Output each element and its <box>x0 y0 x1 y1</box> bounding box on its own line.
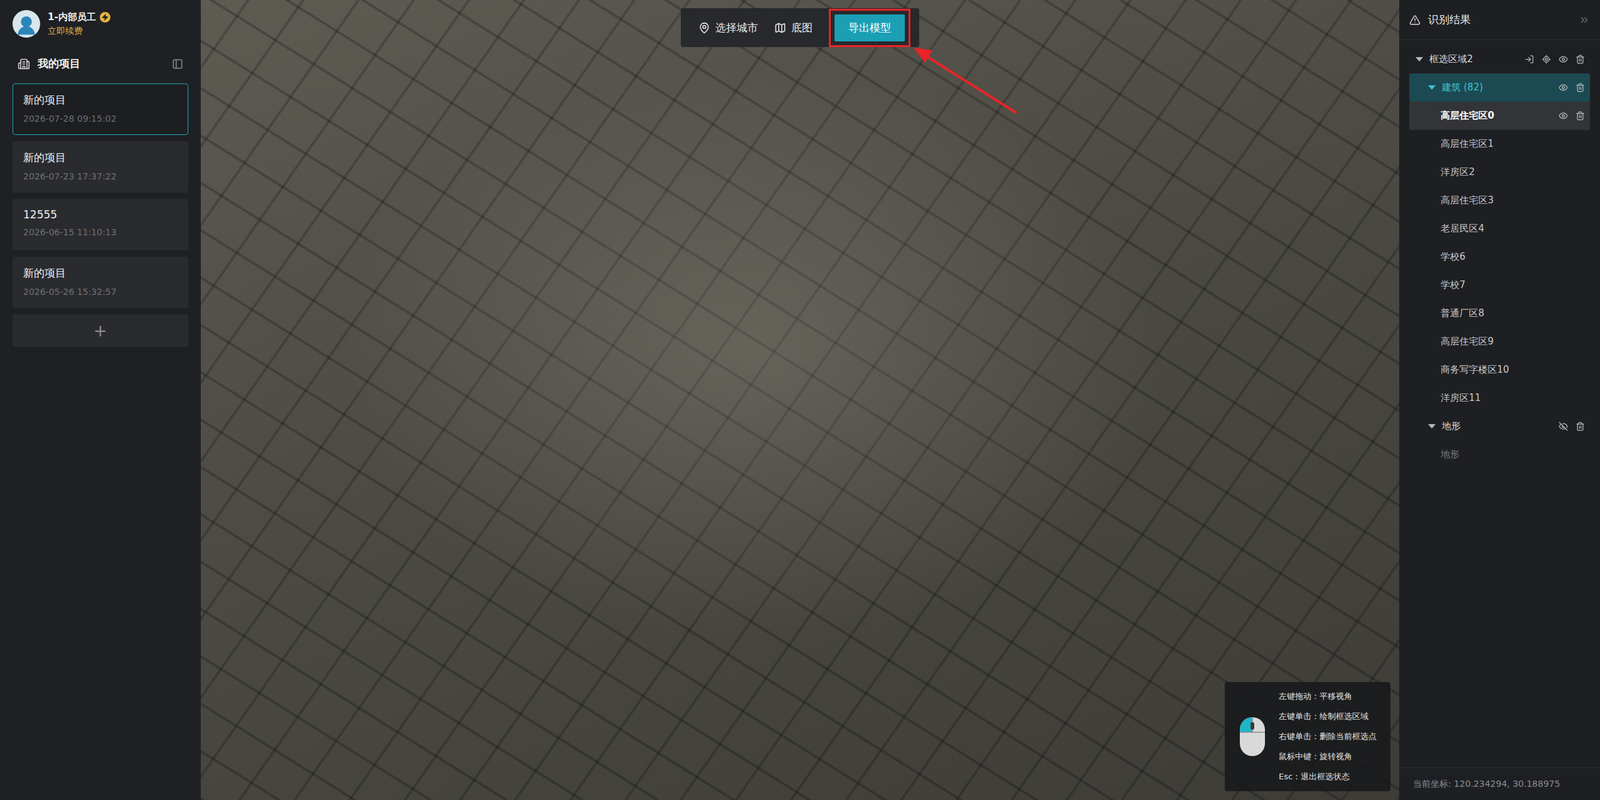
coordinate-status: 当前坐标: 120.234294, 30.188975 <box>1399 767 1600 800</box>
tree-item[interactable]: 洋房区11 <box>1409 384 1590 413</box>
user-icon <box>14 13 39 38</box>
avatar[interactable] <box>12 10 41 38</box>
caret-icon[interactable] <box>1428 424 1436 429</box>
group-row[interactable]: 建筑 (82) <box>1409 73 1590 102</box>
project-time: 2026-05-26 15:32:57 <box>23 286 178 297</box>
help-line: 左键单击：绘制框选区域 <box>1278 710 1377 723</box>
add-project-button[interactable]: + <box>12 314 189 347</box>
user-info: 1-内部员工立即续费 <box>47 11 111 38</box>
panel-header: 识别结果 <box>1399 0 1600 41</box>
result-panel: 识别结果框选区域2建筑 (82)高层住宅区0高层住宅区1洋房区2高层住宅区3老居… <box>1399 0 1600 800</box>
caret-icon[interactable] <box>1428 85 1436 90</box>
tree-item[interactable]: 高层住宅区1 <box>1409 129 1590 159</box>
eye-icon[interactable] <box>1558 82 1568 93</box>
map-pin-icon <box>698 21 711 34</box>
project-time: 2026-07-23 17:37:22 <box>23 171 178 182</box>
help-line: Esc：退出框选状态 <box>1278 771 1377 783</box>
eye-icon[interactable] <box>1558 54 1568 64</box>
annotation-box: 导出模型 <box>828 8 911 48</box>
eye-off-icon[interactable] <box>1558 421 1568 432</box>
result-tree: 框选区域2建筑 (82)高层住宅区0高层住宅区1洋房区2高层住宅区3老居民区4学… <box>1399 40 1600 768</box>
basemap-button[interactable]: 底图 <box>774 20 813 36</box>
tree-item[interactable]: 学校6 <box>1409 242 1590 272</box>
project-time: 2026-07-28 09:15:02 <box>23 113 178 124</box>
annotation-arrow-icon <box>908 45 1022 118</box>
map-view[interactable]: 选择城市底图 导出模型左键拖动：平移视角左键单击：绘制框选区域右键单击：删除当前框… <box>200 0 1400 800</box>
project-name: 12555 <box>23 208 178 221</box>
group-actions <box>1558 421 1585 432</box>
trash-icon[interactable] <box>1575 54 1585 64</box>
locate-icon[interactable] <box>1541 54 1552 64</box>
project-name: 新的项目 <box>23 92 178 108</box>
projects-header: 我的项目 <box>12 52 189 78</box>
project-card[interactable]: 12555 2026-06-15 11:10:13 <box>12 198 189 251</box>
help-line: 鼠标中键：旋转视角 <box>1278 751 1377 763</box>
group-actions <box>1558 82 1585 93</box>
collapse-panel-icon[interactable] <box>1578 14 1590 26</box>
renew-link[interactable]: 立即续费 <box>47 25 111 38</box>
import-icon[interactable] <box>1524 54 1535 64</box>
item-actions <box>1558 111 1585 121</box>
trash-icon[interactable] <box>1575 111 1585 121</box>
select-city-button[interactable]: 选择城市 <box>698 20 758 36</box>
eye-icon[interactable] <box>1558 111 1568 121</box>
project-card[interactable]: 新的项目 2026-07-23 17:37:22 <box>12 141 189 193</box>
project-time: 2026-06-15 11:10:13 <box>23 227 178 238</box>
result-icon <box>1409 14 1421 26</box>
help-line: 左键拖动：平移视角 <box>1278 690 1377 703</box>
tree-item[interactable]: 普通厂区8 <box>1409 299 1590 328</box>
region-actions <box>1524 54 1585 64</box>
map-toolbar: 选择城市底图 导出模型 <box>680 8 920 48</box>
collapse-sidebar-icon[interactable] <box>171 58 184 70</box>
tree-item[interactable]: 高层住宅区0 <box>1409 101 1590 130</box>
map-icon <box>774 21 787 34</box>
region-row[interactable]: 框选区域2 <box>1409 45 1590 74</box>
tree-item[interactable]: 洋房区2 <box>1409 158 1590 187</box>
vip-badge <box>99 11 111 23</box>
lightning-icon <box>101 13 109 21</box>
user-name: 1-内部员工 <box>47 11 111 24</box>
mouse-icon <box>1238 715 1267 758</box>
export-model-button[interactable]: 导出模型 <box>834 14 905 42</box>
building-icon <box>17 57 31 71</box>
tree-item[interactable]: 高层住宅区9 <box>1409 327 1590 356</box>
trash-icon[interactable] <box>1575 421 1585 432</box>
tree-item[interactable]: 商务写字楼区10 <box>1409 355 1590 384</box>
tree-item[interactable]: 高层住宅区3 <box>1409 186 1590 215</box>
caret-icon[interactable] <box>1415 57 1424 62</box>
help-line: 右键单击：删除当前框选点 <box>1278 730 1377 743</box>
project-name: 新的项目 <box>23 266 178 281</box>
project-card[interactable]: 新的项目 2026-07-28 09:15:02 <box>12 83 189 135</box>
project-card[interactable]: 新的项目 2026-05-26 15:32:57 <box>12 256 189 309</box>
tree-item[interactable]: 老居民区4 <box>1409 214 1590 243</box>
app-window: 1-内部员工立即续费我的项目新的项目2026-07-28 09:15:02新的项… <box>0 0 1600 800</box>
tree-item[interactable]: 地形 <box>1409 440 1590 469</box>
project-name: 新的项目 <box>23 150 178 166</box>
project-sidebar: 1-内部员工立即续费我的项目新的项目2026-07-28 09:15:02新的项… <box>0 0 201 800</box>
help-list: 左键拖动：平移视角左键单击：绘制框选区域右键单击：删除当前框选点鼠标中键：旋转视… <box>1278 690 1377 783</box>
tree-item[interactable]: 学校7 <box>1409 271 1590 300</box>
help-box: 左键拖动：平移视角左键单击：绘制框选区域右键单击：删除当前框选点鼠标中键：旋转视… <box>1224 682 1391 792</box>
user-header: 1-内部员工立即续费 <box>12 10 189 47</box>
trash-icon[interactable] <box>1575 82 1585 93</box>
group-row[interactable]: 地形 <box>1409 412 1590 441</box>
